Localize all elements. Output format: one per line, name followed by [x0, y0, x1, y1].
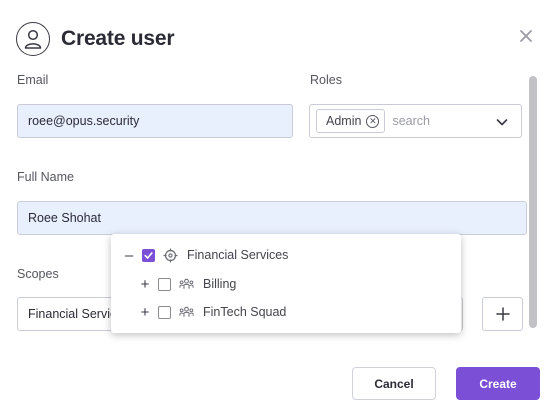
scope-tree-dropdown: – Financial Services + Billing + FinTech… — [111, 234, 461, 333]
cancel-button[interactable]: Cancel — [352, 367, 436, 400]
tree-item-financial-services[interactable]: – Financial Services — [123, 245, 289, 265]
close-icon[interactable] — [519, 29, 533, 43]
role-chip-admin: Admin ✕ — [316, 109, 386, 133]
tree-item-label: Billing — [203, 277, 237, 291]
collapse-toggle[interactable]: – — [123, 248, 135, 263]
create-button[interactable]: Create — [456, 367, 540, 400]
checkbox-checked[interactable] — [142, 248, 155, 262]
chevron-down-icon[interactable] — [496, 115, 508, 127]
checkbox[interactable] — [158, 305, 171, 319]
dialog-header: Create user — [16, 22, 175, 56]
expand-toggle[interactable]: + — [139, 305, 151, 320]
remove-circle-x-icon[interactable]: ✕ — [366, 114, 380, 128]
dialog-title: Create user — [61, 27, 175, 50]
full-name-field[interactable]: Roee Shohat — [17, 201, 527, 235]
crosshair-icon — [163, 248, 178, 263]
add-scope-button[interactable] — [482, 297, 523, 331]
team-icon — [179, 305, 194, 320]
scopes-label: Scopes — [17, 267, 59, 281]
full-name-value: Roee Shohat — [28, 211, 101, 225]
tree-item-fintech-squad[interactable]: + FinTech Squad — [139, 302, 287, 322]
create-user-dialog: Create user Email roee@opus.security Rol… — [0, 0, 557, 417]
scrollbar[interactable] — [529, 76, 537, 328]
tree-item-billing[interactable]: + Billing — [139, 274, 237, 294]
tree-item-label: Financial Services — [187, 248, 289, 262]
email-label: Email — [17, 73, 49, 87]
checkbox[interactable] — [158, 277, 171, 291]
user-icon — [16, 22, 50, 56]
scopes-value: Financial Servic — [28, 307, 117, 321]
tree-item-label: FinTech Squad — [203, 305, 287, 319]
roles-select[interactable]: Admin ✕ search — [309, 104, 522, 138]
roles-label: Roles — [310, 73, 342, 87]
email-value: roee@opus.security — [28, 114, 140, 128]
plus-icon — [495, 307, 510, 321]
roles-search-input[interactable]: search — [392, 114, 430, 128]
expand-toggle[interactable]: + — [139, 277, 151, 292]
email-field[interactable]: roee@opus.security — [17, 104, 293, 138]
role-chip-label: Admin — [326, 114, 362, 128]
full-name-label: Full Name — [17, 170, 74, 184]
team-icon — [179, 277, 194, 292]
